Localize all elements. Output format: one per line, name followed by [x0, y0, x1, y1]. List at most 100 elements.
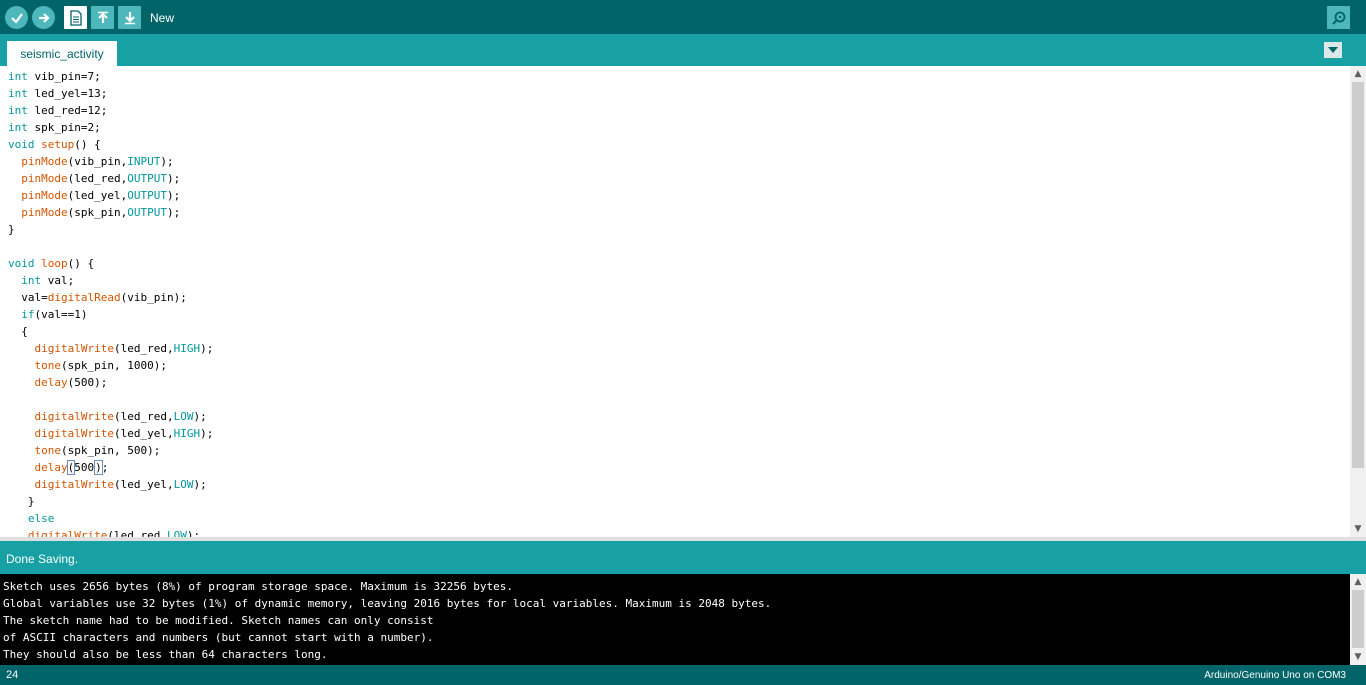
code-token: digitalWrite	[34, 478, 114, 491]
magnifier-icon	[1331, 11, 1345, 25]
code-line[interactable]: digitalWrite(led_yel,HIGH);	[8, 425, 214, 442]
code-token: );	[186, 529, 201, 537]
code-token: );	[166, 206, 181, 219]
code-token: pinMode	[21, 189, 68, 202]
scroll-up-icon[interactable]: ▲	[1350, 66, 1366, 82]
code-token: (spk_pin, 1000);	[61, 359, 167, 372]
code-line[interactable]	[8, 238, 213, 255]
code-line[interactable]: }	[8, 493, 213, 510]
code-line[interactable]: digitalWrite(led_yel,LOW);	[8, 476, 213, 493]
console-output[interactable]: Sketch uses 2656 bytes (8%) of program s…	[0, 574, 1366, 665]
code-token: (spk_pin,	[67, 206, 128, 219]
code-line[interactable]: }	[8, 221, 213, 238]
arrow-right-icon	[38, 12, 50, 23]
code-editor[interactable]: int vib_pin=7; int led_yel=13; int led_red…	[0, 66, 1366, 537]
console-text: Sketch uses 2656 bytes (8%) of program s…	[3, 578, 771, 663]
checkmark-icon	[10, 12, 23, 24]
new-file-icon	[69, 9, 82, 26]
code-token: (led_red,	[67, 172, 128, 185]
scroll-up-icon[interactable]: ▲	[1350, 574, 1366, 590]
code-token: spk_pin=2;	[27, 121, 101, 134]
verify-button[interactable]	[5, 6, 28, 29]
code-token: else	[27, 512, 55, 525]
code-line[interactable]: int val;	[8, 272, 213, 289]
code-token: );	[200, 427, 214, 440]
code-line[interactable]: if(val==1)	[8, 306, 213, 323]
code-token: }	[8, 495, 35, 508]
code-line[interactable]: tone(spk_pin, 500);	[8, 442, 213, 459]
console-scroll-thumb[interactable]	[1352, 590, 1364, 648]
code-line[interactable]: {	[8, 323, 213, 340]
code-token: OUTPUT	[127, 172, 167, 185]
console-scrollbar[interactable]: ▲ ▼	[1350, 574, 1366, 665]
new-button[interactable]	[64, 6, 87, 29]
scroll-down-icon[interactable]: ▼	[1350, 521, 1366, 537]
console-line: Sketch uses 2656 bytes (8%) of program s…	[3, 580, 513, 593]
arrow-up-icon	[97, 11, 108, 23]
code-line[interactable]: digitalWrite(led_red,LOW);	[8, 527, 213, 537]
editor-scroll-thumb[interactable]	[1352, 82, 1364, 468]
code-token: (vib_pin);	[120, 291, 187, 304]
code-token: ;	[101, 461, 109, 474]
editor-scrollbar[interactable]: ▲ ▼	[1350, 66, 1366, 537]
code-token: void	[8, 257, 35, 270]
code-line[interactable]: int spk_pin=2;	[8, 119, 213, 136]
code-token: );	[193, 410, 207, 423]
code-line[interactable]: int led_yel=13;	[8, 85, 213, 102]
code-token: vib_pin=7;	[27, 70, 101, 83]
tab-bar: seismic_activity	[0, 34, 1366, 66]
code-token: digitalRead	[47, 291, 121, 304]
toolbar-hover-label: New	[150, 11, 175, 25]
code-line[interactable]	[8, 391, 213, 408]
console-line: They should also be less than 64 charact…	[3, 648, 328, 661]
code-token: tone	[34, 444, 62, 457]
tab-seismic-activity[interactable]: seismic_activity	[7, 41, 117, 66]
code-line[interactable]: delay(500);	[8, 374, 213, 391]
code-token: digitalWrite	[34, 427, 114, 440]
code-line[interactable]: val=digitalRead(vib_pin);	[8, 289, 213, 306]
save-button[interactable]	[118, 6, 141, 29]
code-line[interactable]: void setup() {	[8, 136, 213, 153]
code-token: LOW	[166, 529, 187, 537]
toolbar: New	[0, 0, 1366, 34]
code-token: INPUT	[127, 155, 161, 168]
code-line[interactable]: digitalWrite(led_red,HIGH);	[8, 340, 214, 357]
open-button[interactable]	[91, 6, 114, 29]
code-text[interactable]: int vib_pin=7; int led_yel=13; int led_red…	[8, 68, 213, 537]
scroll-down-icon[interactable]: ▼	[1350, 649, 1366, 665]
code-token: (led_red,	[113, 342, 174, 355]
code-token: if	[21, 308, 35, 321]
serial-monitor-button[interactable]	[1327, 6, 1350, 29]
code-line[interactable]: tone(spk_pin, 1000);	[8, 357, 213, 374]
board-info: Arduino/Genuino Uno on COM3	[1204, 670, 1346, 681]
code-line[interactable]: pinMode(vib_pin,INPUT);	[8, 153, 213, 170]
code-line[interactable]: pinMode(led_yel,OUTPUT);	[8, 187, 213, 204]
code-token: (spk_pin, 500);	[61, 444, 161, 457]
code-line[interactable]: void loop() {	[8, 255, 213, 272]
code-token: () {	[67, 257, 95, 270]
code-token: digitalWrite	[34, 342, 114, 355]
line-number: 24	[6, 669, 19, 681]
code-line[interactable]: pinMode(led_red,OUTPUT);	[8, 170, 213, 187]
code-token: 500	[74, 461, 95, 474]
code-token: (led_yel,	[113, 478, 174, 491]
tab-menu-button[interactable]	[1324, 42, 1342, 58]
code-line[interactable]: digitalWrite(led_red,LOW);	[8, 408, 213, 425]
code-line[interactable]: else	[8, 510, 213, 527]
code-token: )	[94, 460, 103, 475]
upload-button[interactable]	[32, 6, 55, 29]
code-token: (500);	[67, 376, 108, 389]
code-token: int	[8, 104, 28, 117]
code-line[interactable]: int led_red=12;	[8, 102, 213, 119]
arrow-down-icon	[124, 11, 135, 24]
code-line[interactable]: int vib_pin=7;	[8, 68, 213, 85]
code-line[interactable]: pinMode(spk_pin,OUTPUT);	[8, 204, 213, 221]
code-line[interactable]: delay(500);	[8, 459, 213, 476]
